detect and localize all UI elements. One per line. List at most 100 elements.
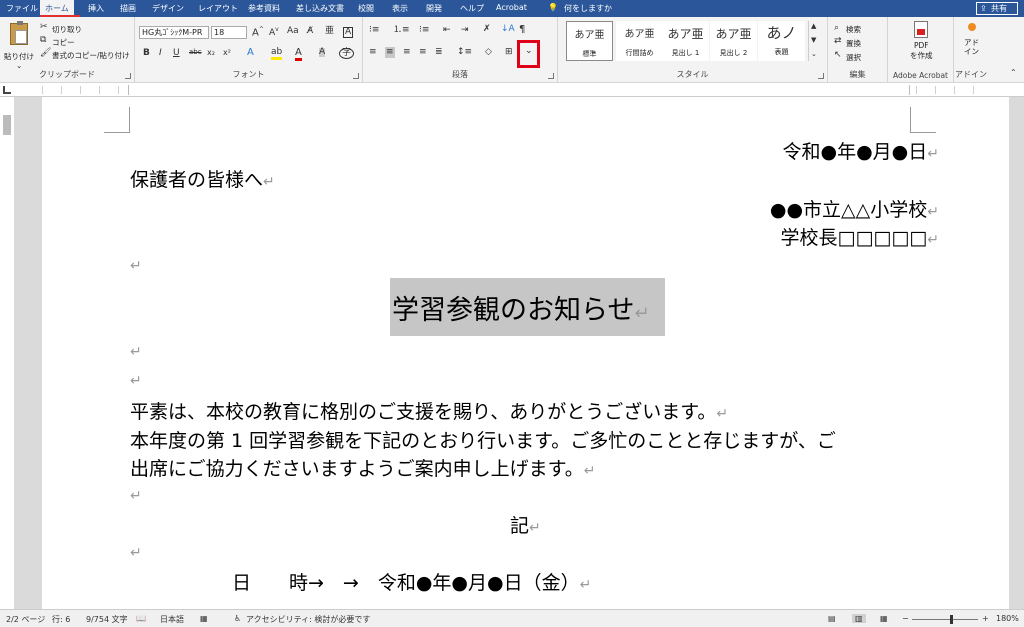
bold-icon[interactable]: B	[143, 49, 150, 58]
line-indicator[interactable]: 行: 6	[52, 614, 70, 625]
macro-record-icon[interactable]: ▦	[200, 614, 208, 623]
replace-button[interactable]: 置換	[846, 38, 861, 49]
style-title[interactable]: あノ 表題	[758, 21, 805, 61]
doc-greeting-line[interactable]: 保護者の皆様へ↵	[130, 165, 275, 192]
tab-help[interactable]: ヘルプ	[460, 3, 484, 14]
scroll-up-icon[interactable]: ▲	[811, 23, 816, 30]
underline-icon[interactable]: U	[173, 49, 180, 58]
char-border-icon[interactable]: A	[343, 27, 354, 38]
print-layout-icon[interactable]: ▥	[852, 614, 866, 623]
doc-datetime-line[interactable]: 日 時→ → 令和●年●月●日（金）↵	[232, 568, 591, 595]
decrease-indent-icon[interactable]: ⇤	[443, 26, 451, 35]
tab-mailings[interactable]: 差し込み文書	[296, 3, 344, 14]
tab-file[interactable]: ファイル	[6, 3, 38, 14]
search-icon[interactable]: ⌕	[834, 24, 839, 33]
style-heading-2[interactable]: あア亜 見出し 2	[710, 21, 757, 61]
doc-body-line-2[interactable]: 本年度の第 1 回学習参観を下記のとおり行います。ご多忙のことと存じますが、ご	[130, 426, 836, 453]
clipboard-launcher-icon[interactable]	[125, 73, 131, 79]
font-launcher-icon[interactable]	[353, 73, 359, 79]
numbering-icon[interactable]: ⒈≡	[393, 26, 410, 35]
tab-review[interactable]: 校閲	[358, 3, 374, 14]
borders-icon[interactable]: ⊞	[505, 48, 513, 57]
asian-layout-icon[interactable]: ✗	[483, 25, 491, 34]
word-count[interactable]: 9/754 文字	[86, 614, 128, 625]
shading-icon[interactable]: ◇	[485, 48, 492, 57]
font-size-combo[interactable]: 18	[211, 26, 247, 39]
paste-button[interactable]: 貼り付け ⌄	[4, 21, 36, 70]
vertical-ruler[interactable]	[0, 97, 14, 609]
tab-design[interactable]: デザイン	[152, 3, 184, 14]
doc-principal-line[interactable]: 学校長□□□□□↵	[781, 223, 940, 250]
read-mode-icon[interactable]: ▤	[828, 614, 836, 623]
replace-icon[interactable]: ⇄	[834, 37, 842, 46]
document-page[interactable]: 令和●年●月●日↵ 保護者の皆様へ↵ ●●市立△△小学校↵ 学校長□□□□□↵ …	[42, 97, 1009, 609]
cut-button[interactable]: 切り取り	[52, 24, 82, 35]
tell-me-search[interactable]: 何をしますか	[564, 3, 612, 14]
tab-acrobat[interactable]: Acrobat	[496, 3, 527, 12]
doc-body-line-3[interactable]: 出席にご協力くださいますようご案内申し上げます。↵	[130, 454, 595, 481]
find-button[interactable]: 検索	[846, 24, 861, 35]
clear-format-icon[interactable]: A̸	[307, 27, 313, 36]
change-case-icon[interactable]: Aa	[287, 27, 299, 36]
increase-indent-icon[interactable]: ⇥	[461, 26, 469, 35]
page-count[interactable]: 2/2 ページ	[6, 614, 45, 625]
scissors-icon[interactable]: ✂	[40, 23, 48, 32]
zoom-level[interactable]: 180%	[996, 614, 1019, 623]
tab-view[interactable]: 表示	[392, 3, 408, 14]
line-spacing-icon[interactable]: ↕≡	[457, 48, 472, 57]
doc-title-line[interactable]: 学習参観のお知らせ↵	[390, 278, 665, 336]
share-button[interactable]: ⇪ 共有	[976, 2, 1018, 15]
char-shading-icon[interactable]: A	[319, 48, 326, 57]
tab-selector-icon[interactable]	[3, 86, 11, 94]
accessibility-icon[interactable]: ♿	[234, 614, 241, 623]
style-no-spacing[interactable]: あア亜 行間詰め	[616, 21, 663, 61]
styles-scroll[interactable]: ▲ ▼ ⌄	[808, 21, 820, 61]
zoom-slider[interactable]	[912, 615, 978, 624]
tab-layout[interactable]: レイアウト	[198, 3, 238, 14]
doc-school-line[interactable]: ●●市立△△小学校↵	[770, 195, 939, 222]
align-left-icon[interactable]: ≡	[369, 48, 377, 57]
doc-date-line[interactable]: 令和●年●月●日↵	[783, 137, 939, 164]
font-color-icon[interactable]: A	[295, 48, 302, 61]
distributed-icon[interactable]: ≣	[435, 48, 443, 57]
select-button[interactable]: 選択	[846, 52, 861, 63]
tab-draw[interactable]: 描画	[120, 3, 136, 14]
more-styles-icon[interactable]: ⌄	[811, 51, 817, 58]
style-normal[interactable]: あア亜 標準	[566, 21, 613, 61]
multilevel-list-icon[interactable]: ⁝≡	[419, 26, 429, 35]
text-effects-icon[interactable]: A	[247, 48, 254, 58]
select-icon[interactable]: ↖	[834, 51, 842, 60]
zoom-out-icon[interactable]: −	[902, 614, 909, 623]
empty-paragraph[interactable]: ↵	[130, 253, 142, 275]
empty-paragraph[interactable]: ↵	[130, 483, 142, 505]
empty-paragraph[interactable]: ↵	[130, 540, 142, 562]
proofing-icon[interactable]: 📖	[136, 614, 146, 623]
grow-font-icon[interactable]: A^	[252, 27, 264, 38]
tab-insert[interactable]: 挿入	[88, 3, 104, 14]
superscript-icon[interactable]: x²	[223, 49, 231, 57]
tab-references[interactable]: 参考資料	[248, 3, 280, 14]
highlight-icon[interactable]: ab	[271, 48, 283, 60]
style-heading-1[interactable]: あア亜 見出し 1	[662, 21, 709, 61]
styles-launcher-icon[interactable]	[818, 73, 824, 79]
language[interactable]: 日本語	[160, 614, 184, 625]
show-hide-marks-icon[interactable]: ¶	[519, 25, 525, 35]
zoom-in-icon[interactable]: +	[982, 614, 989, 623]
format-painter-icon[interactable]: 🖌	[40, 49, 51, 58]
scroll-down-icon[interactable]: ▼	[811, 37, 816, 44]
copy-icon[interactable]: ⧉	[40, 36, 46, 45]
doc-ki-line[interactable]: 記↵	[510, 511, 541, 538]
phonetic-guide-icon[interactable]: 亜	[325, 27, 334, 36]
font-name-combo[interactable]: HG丸ｺﾞｼｯｸM-PR	[139, 26, 209, 39]
create-pdf-button[interactable]: PDF を作成	[902, 21, 942, 63]
doc-body-line-1[interactable]: 平素は、本校の教育に格別のご支援を賜り、ありがとうございます。↵	[130, 397, 728, 424]
collapse-ribbon-icon[interactable]: ⌃	[1010, 69, 1017, 77]
tab-developer[interactable]: 開発	[426, 3, 442, 14]
copy-button[interactable]: コピー	[52, 37, 75, 48]
justify-icon[interactable]: ≡	[419, 48, 427, 57]
align-center-icon[interactable]: ≡	[385, 47, 395, 58]
paragraph-launcher-icon[interactable]	[548, 73, 554, 79]
italic-icon[interactable]: I	[159, 49, 162, 58]
document-canvas[interactable]: 令和●年●月●日↵ 保護者の皆様へ↵ ●●市立△△小学校↵ 学校長□□□□□↵ …	[14, 97, 1024, 609]
enclose-char-icon[interactable]: 字	[339, 48, 355, 59]
